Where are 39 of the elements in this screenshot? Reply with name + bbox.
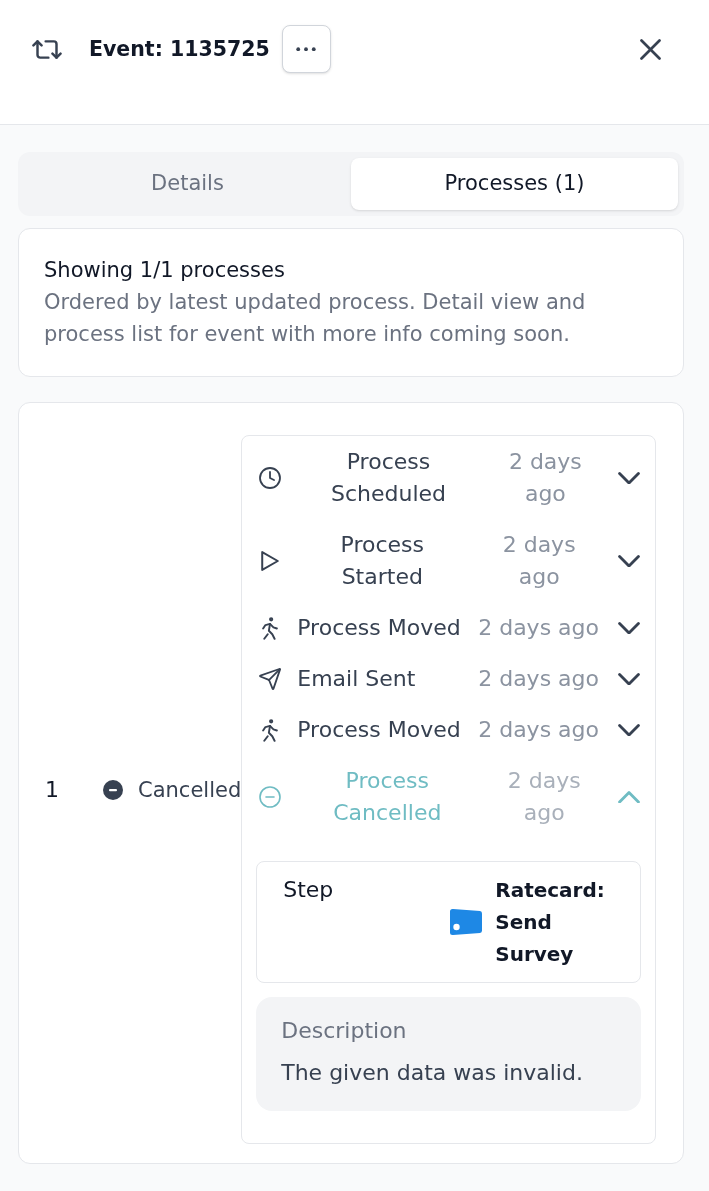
chevron-down-icon[interactable]: [618, 621, 640, 635]
chevron-down-icon[interactable]: [618, 723, 640, 737]
minus-circle-icon: [103, 779, 123, 800]
step-value: Ratecard: Send Survey: [495, 877, 606, 968]
summary-description: Ordered by latest updated process. Detail view and process list for event with more info coming soon.: [44, 289, 587, 348]
walking-person-icon: [262, 718, 279, 742]
repeat-icon: [32, 39, 62, 59]
event-title: Process Moved: [297, 716, 461, 744]
event-time: 2 days ago: [478, 614, 599, 642]
description-text: The given data was invalid.: [281, 1059, 584, 1087]
description-label: Description: [281, 1017, 408, 1045]
chevron-down-icon[interactable]: [618, 554, 640, 568]
event-title: Process Started: [339, 531, 425, 591]
status-label: Cancelled: [138, 776, 242, 804]
paper-plane-icon: [259, 668, 282, 690]
event-title: Email Sent: [297, 665, 416, 693]
chevron-down-icon[interactable]: [618, 471, 640, 485]
walking-person-icon: [262, 616, 279, 640]
clock-icon: [259, 467, 282, 489]
tag-icon: [449, 908, 484, 936]
chevron-down-icon[interactable]: [618, 672, 640, 686]
close-icon[interactable]: [640, 38, 661, 60]
tab[interactable]: Processes (1): [351, 158, 678, 210]
event-time: 2 days ago: [501, 531, 577, 591]
minus-circle-icon: [259, 786, 282, 808]
event-title: Process Scheduled: [329, 448, 447, 508]
step-label: Step: [283, 876, 335, 904]
summary-title: Showing 1/1 processes: [44, 257, 286, 284]
play-icon: [261, 551, 280, 571]
event-time: 2 days ago: [478, 716, 599, 744]
event-title: Process Moved: [297, 614, 461, 642]
event-title: Event: 1135725: [89, 36, 270, 63]
event-title: Process Cancelled: [332, 767, 443, 827]
ellipsis-icon: [296, 46, 317, 52]
event-time: 2 days ago: [507, 448, 583, 508]
tab[interactable]: Details: [24, 158, 351, 210]
process-number: 1: [45, 775, 60, 804]
event-time: 2 days ago: [478, 665, 599, 693]
event-time: 2 days ago: [506, 767, 582, 827]
